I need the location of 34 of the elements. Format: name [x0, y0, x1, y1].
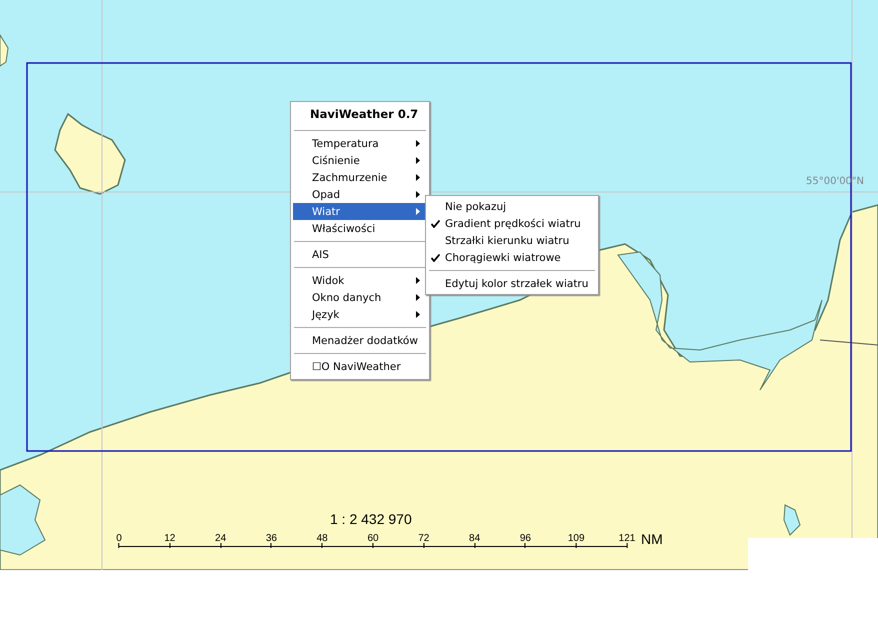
- scale-tick-label: 109: [568, 534, 585, 548]
- island: [0, 33, 9, 67]
- menu-item[interactable]: AIS: [293, 246, 427, 263]
- lake: [0, 484, 46, 556]
- menu-item[interactable]: Właściwości: [293, 220, 427, 237]
- menu-item[interactable]: Gradient prędkości wiatru: [426, 215, 598, 232]
- scale-ratio: 1 : 2 432 970: [330, 511, 413, 527]
- scale-tick-label: 36: [266, 534, 277, 548]
- lake: [784, 504, 801, 536]
- scale-tick-label: 84: [469, 534, 480, 548]
- menu-item[interactable]: Wiatr: [293, 203, 427, 220]
- menu-item[interactable]: Nie pokazuj: [426, 198, 598, 215]
- menu-item[interactable]: Okno danych: [293, 289, 427, 306]
- scale-tick-label: 24: [215, 534, 226, 548]
- menu-item[interactable]: Zachmurzenie: [293, 169, 427, 186]
- menu-item[interactable]: ☐O NaviWeather: [293, 358, 427, 375]
- scale-tick-label: 12: [164, 534, 176, 548]
- menu-item[interactable]: Ciśnienie: [293, 152, 427, 169]
- scale-tick-label: 72: [418, 534, 430, 548]
- menu-item[interactable]: Edytuj kolor strzałek wiatru: [426, 275, 598, 292]
- menu-item[interactable]: Widok: [293, 272, 427, 289]
- scale-tick-label: 60: [367, 534, 379, 548]
- menu-item[interactable]: Chorągiewki wiatrowe: [426, 249, 598, 266]
- scale-tick-label: 121: [618, 534, 636, 548]
- menu-item[interactable]: Menadżer dodatków: [293, 332, 427, 349]
- scale-tick-label: 96: [520, 534, 531, 548]
- menu-item[interactable]: Język: [293, 306, 427, 323]
- scale-unit: NM: [641, 531, 663, 547]
- scale-tick-label: 48: [316, 534, 328, 548]
- menu-item[interactable]: Opad: [293, 186, 427, 203]
- menu-item[interactable]: Strzałki kierunku wiatru: [426, 232, 598, 249]
- menu-title: NaviWeather 0.7: [309, 106, 420, 123]
- scale-tick-label: 0: [116, 534, 122, 548]
- menu-item[interactable]: Temperatura: [293, 135, 427, 152]
